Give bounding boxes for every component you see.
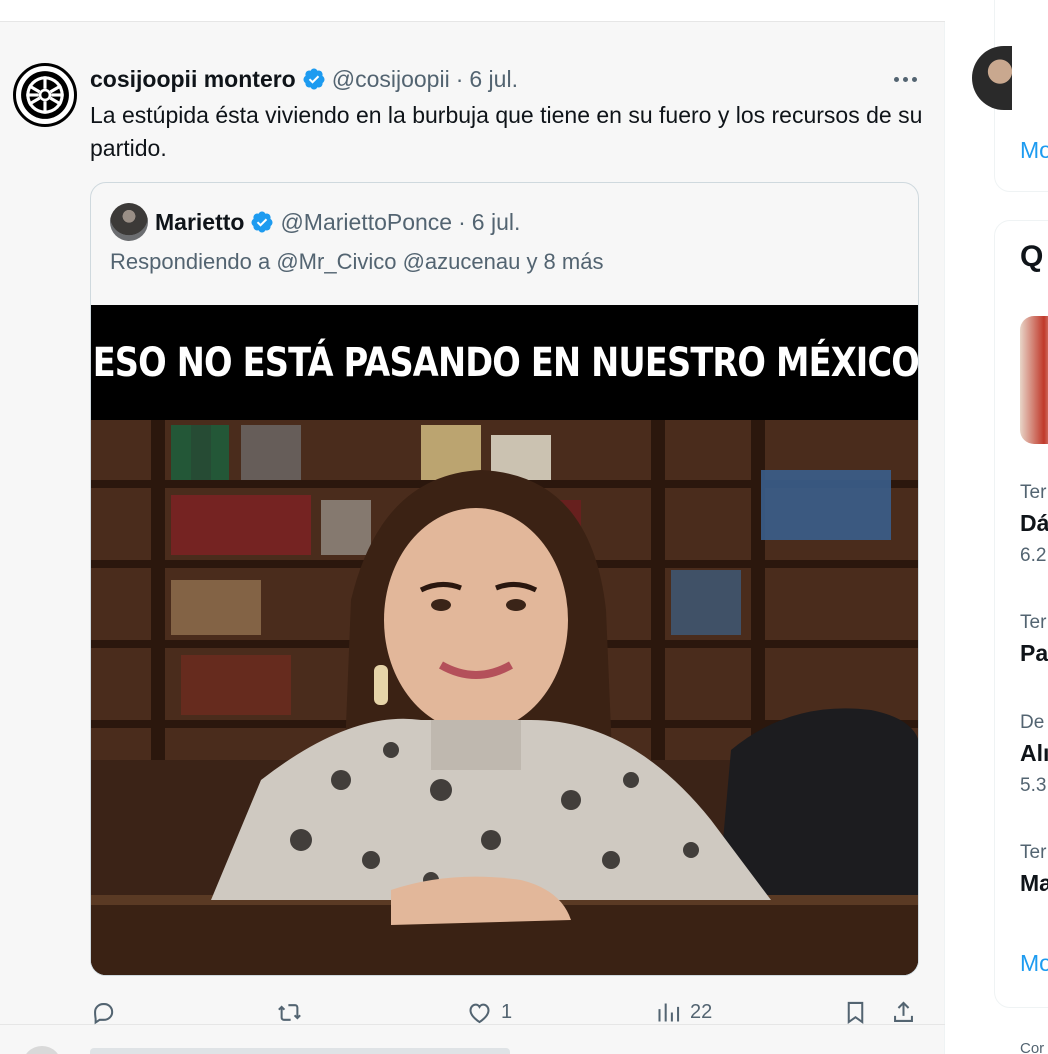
quoted-tweet[interactable]: Marietto @MariettoPonce · 6 jul. Respond… [90, 182, 919, 976]
trend-title: Pa [1020, 640, 1048, 666]
trend-title: Dá [1020, 510, 1048, 536]
quote-avatar [110, 203, 148, 241]
avatar[interactable] [972, 46, 1012, 110]
image-caption: ESO NO ESTÁ PASANDO EN NUESTRO MÉXICO [92, 339, 919, 386]
avatar[interactable] [13, 63, 77, 127]
news-thumbnail[interactable] [1020, 316, 1048, 444]
image-banner: ESO NO ESTÁ PASANDO EN NUESTRO MÉXICO [91, 305, 919, 420]
trend-item[interactable]: Ter Dá 6.2 [1020, 482, 1048, 567]
trend-meta: De [1020, 712, 1045, 733]
bookmark-icon [847, 1001, 864, 1024]
separator-dot: · [455, 65, 464, 92]
more-options-icon[interactable] [890, 66, 920, 92]
previous-item-edge [0, 0, 945, 22]
author-name[interactable]: cosijoopii montero [90, 66, 296, 93]
heart-icon [469, 1003, 490, 1023]
right-sidebar: Mo Q Ter Dá 6.2 Ter Pa De Alı 5.3 Ter Ma… [946, 0, 1048, 1054]
view-count: 22 [690, 1000, 713, 1023]
reply-icon [94, 1002, 114, 1024]
avatar[interactable] [22, 1046, 62, 1054]
verified-badge-icon [251, 211, 273, 233]
quote-author-name: Marietto [155, 208, 245, 235]
tweet-text: La estúpida ésta viviendo en la burbuja … [90, 102, 923, 161]
quote-media-image[interactable]: ESO NO ESTÁ PASANDO EN NUESTRO MÉXICO [91, 305, 919, 975]
trend-item[interactable]: Ter Ma [1020, 842, 1048, 905]
imperial-emblem-icon [21, 71, 69, 119]
timeline-column: cosijoopii montero @cosijoopii · 6 jul. … [0, 0, 945, 1054]
photo-woman-in-library [91, 420, 918, 975]
show-more-link[interactable]: Mo [1020, 137, 1048, 164]
repost-icon [278, 1003, 301, 1021]
trend-meta: Ter [1020, 612, 1047, 633]
share-icon [894, 1001, 913, 1022]
quote-header: Marietto @MariettoPonce · 6 jul. [110, 203, 520, 241]
trend-posts: 5.3 [1020, 775, 1047, 796]
footer-link[interactable]: Cor [1020, 1040, 1044, 1054]
author-handle[interactable]: @cosijoopii [332, 66, 450, 93]
next-tweet-header-placeholder [90, 1048, 510, 1054]
trend-title: Alı [1020, 740, 1048, 766]
next-tweet-partial[interactable] [0, 1026, 945, 1054]
trend-item[interactable]: Ter Pa [1020, 612, 1048, 675]
trend-title: Ma [1020, 870, 1048, 896]
tweet-date[interactable]: 6 jul. [469, 66, 518, 93]
trend-meta: Ter [1020, 482, 1047, 503]
trend-item[interactable]: De Alı 5.3 [1020, 712, 1048, 797]
tweet-header: cosijoopii montero @cosijoopii · 6 jul. [90, 64, 518, 94]
analytics-icon [658, 1003, 680, 1021]
tweet[interactable]: cosijoopii montero @cosijoopii · 6 jul. … [0, 22, 945, 1025]
section-title: Q [1020, 240, 1044, 273]
quote-author-handle: @MariettoPonce [280, 208, 453, 235]
trend-posts: 6.2 [1020, 545, 1047, 566]
quote-date: 6 jul. [471, 208, 521, 235]
separator-dot: · [458, 208, 466, 235]
verified-badge-icon[interactable] [302, 67, 326, 91]
show-more-link[interactable]: Mo [1020, 950, 1048, 977]
trend-meta: Ter [1020, 842, 1047, 863]
like-count: 1 [501, 1000, 513, 1023]
replying-to-text: Respondiendo a @Mr_Civico @azucenau y 8 … [110, 249, 604, 274]
